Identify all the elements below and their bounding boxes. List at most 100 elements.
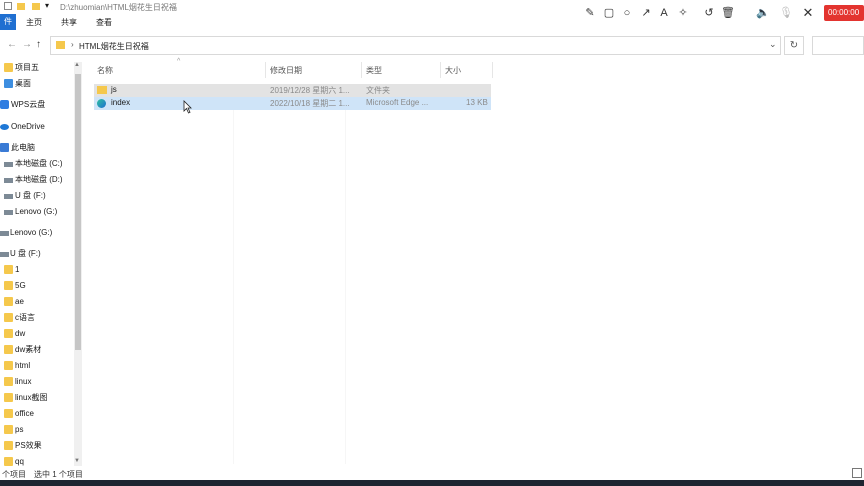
scroll-down-icon[interactable]: ▼ (74, 458, 80, 464)
folder-icon (4, 361, 13, 370)
circle-icon[interactable]: ○ (620, 6, 634, 20)
sidebar-item-label: linux截图 (15, 393, 48, 402)
cloud-icon (0, 124, 9, 130)
sidebar-item-label: dw素材 (15, 345, 42, 354)
close-icon[interactable]: ✕ (801, 6, 815, 20)
taskbar (0, 480, 864, 486)
sidebar-item-label: U 盘 (F:) (15, 191, 46, 200)
back-button[interactable]: ← (7, 39, 17, 50)
folder-icon (4, 441, 13, 450)
folder-icon (56, 41, 65, 49)
wps-cloud-icon (0, 100, 9, 109)
column-divider[interactable] (492, 62, 493, 78)
tab-share[interactable]: 共享 (61, 17, 77, 28)
status-bar: 个项目 选中 1 个项目 (0, 468, 864, 480)
sidebar-item-label: WPS云盘 (11, 100, 46, 109)
column-header-date[interactable]: 修改日期 (270, 65, 302, 76)
sidebar-item-label: office (15, 409, 34, 418)
folder-icon (4, 409, 13, 418)
sidebar-item-label: html (15, 361, 31, 370)
breadcrumb-chevron-icon[interactable]: › (71, 40, 74, 49)
sidebar-item-label: U 盘 (F:) (10, 249, 41, 258)
window-title: D:\zhuomian\HTML烟花生日祝福 (60, 3, 177, 12)
column-divider[interactable] (440, 62, 441, 78)
magic-wand-icon[interactable]: ✧ (676, 6, 690, 20)
trash-icon[interactable]: 🗑 (721, 6, 735, 20)
folder-icon (4, 265, 13, 274)
file-name: js (111, 85, 117, 94)
breadcrumb[interactable]: HTML烟花生日祝福 (79, 41, 149, 52)
drive-icon (0, 252, 9, 257)
speaker-icon[interactable]: 🔈 (756, 6, 770, 20)
column-divider[interactable] (361, 62, 362, 78)
address-bar[interactable]: › HTML烟花生日祝福 ⌄ (50, 36, 781, 55)
sidebar-item-label: c语言 (15, 313, 35, 322)
pencil-icon[interactable]: ✎ (583, 6, 597, 20)
text-icon[interactable]: A (657, 6, 671, 20)
sidebar-item-label: Lenovo (G:) (10, 228, 53, 237)
undo-icon[interactable]: ↺ (702, 6, 716, 20)
folder-icon (17, 3, 25, 10)
checkbox-icon[interactable] (4, 2, 12, 10)
folder-icon (4, 313, 13, 322)
folder-icon (4, 63, 13, 72)
divider (345, 84, 346, 464)
sidebar-item-label: ps (15, 425, 24, 434)
tab-home[interactable]: 主页 (26, 17, 42, 28)
folder-icon (4, 345, 13, 354)
forward-button[interactable]: → (22, 39, 32, 50)
sidebar-item-label: 5G (15, 281, 26, 290)
sidebar-item-label: 桌面 (15, 79, 31, 88)
sidebar-item-label: 1 (15, 265, 20, 274)
sidebar-item-label: 本地磁盘 (C:) (15, 159, 63, 168)
folder-icon (4, 457, 13, 466)
column-divider[interactable] (265, 62, 266, 78)
column-header-type[interactable]: 类型 (366, 65, 382, 76)
list-item[interactable]: js 2019/12/28 星期六 1... 文件夹 (94, 84, 491, 97)
folder-icon (4, 329, 13, 338)
sidebar-item-label: OneDrive (11, 122, 45, 131)
search-input[interactable] (812, 36, 864, 55)
column-header-size[interactable]: 大小 (445, 65, 461, 76)
folder-icon (4, 425, 13, 434)
tab-view[interactable]: 查看 (96, 17, 112, 28)
rectangle-icon[interactable]: ▢ (602, 6, 616, 20)
sidebar-item-label: Lenovo (G:) (15, 207, 58, 216)
address-history-dropdown-icon[interactable]: ⌄ (769, 39, 777, 50)
list-item[interactable]: index 2022/10/18 星期二 1... Microsoft Edge… (94, 97, 491, 110)
view-toggle-icon[interactable] (852, 468, 862, 478)
folder-icon (4, 393, 13, 402)
drive-icon (4, 210, 13, 215)
microphone-off-icon[interactable]: 🎙 (779, 6, 793, 20)
file-date: 2022/10/18 星期二 1... (270, 99, 350, 108)
drive-icon (0, 231, 9, 236)
sidebar-item-label: dw (15, 329, 26, 338)
sidebar-item-label: 此电脑 (11, 143, 35, 152)
file-size: 13 KB (466, 98, 488, 107)
sidebar-scrollbar-thumb[interactable] (75, 74, 81, 350)
arrow-icon[interactable]: ↗ (639, 6, 653, 20)
sidebar-item-label: ae (15, 297, 24, 306)
sort-ascending-icon: ^ (177, 58, 181, 65)
tab-file[interactable]: 件 (0, 14, 16, 30)
edge-icon (97, 99, 106, 108)
up-button[interactable]: ↑ (36, 39, 41, 50)
folder-icon (4, 281, 13, 290)
quick-access-dropdown-icon[interactable]: ▾ (45, 1, 49, 10)
sidebar-item-label: PS效果 (15, 441, 42, 450)
file-date: 2019/12/28 星期六 1... (270, 86, 350, 95)
folder-icon (4, 377, 13, 386)
drive-icon (4, 178, 13, 183)
recorder-toolbar: ✎ ▢ ○ ↗ A ✧ ↺ 🗑 🔈 🎙 ✕ (576, 0, 864, 26)
computer-icon (0, 143, 9, 152)
scroll-up-icon[interactable]: ▲ (74, 62, 80, 68)
column-header-name[interactable]: 名称 (97, 65, 113, 76)
sidebar-item-label: linux (15, 377, 32, 386)
desktop-icon (4, 79, 13, 88)
refresh-button[interactable]: ↻ (784, 36, 804, 55)
file-type: 文件夹 (366, 86, 390, 95)
divider (233, 84, 234, 464)
sidebar-item-label: 项目五 (15, 63, 39, 72)
folder-icon (97, 86, 107, 94)
new-folder-icon[interactable] (32, 3, 40, 10)
